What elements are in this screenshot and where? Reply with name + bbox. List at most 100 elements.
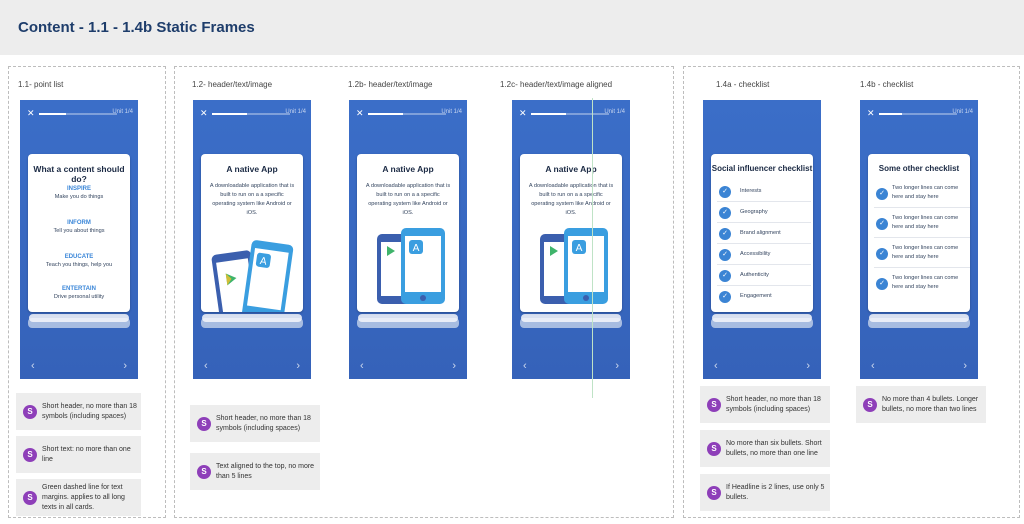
checklist-item: ✓ Accessibility xyxy=(717,245,811,265)
s-badge-icon: S xyxy=(707,485,721,500)
unit-counter: Unit 1/4 xyxy=(285,109,306,115)
progress-bar xyxy=(212,113,290,115)
point-item: ENTERTAIN Drive personal utility xyxy=(53,286,105,300)
native-app-card: A native App A downloadable application … xyxy=(520,154,622,312)
check-icon: ✓ xyxy=(876,188,888,200)
close-icon[interactable]: ✕ xyxy=(867,109,875,118)
check-icon: ✓ xyxy=(876,278,888,290)
phones-illustration: A xyxy=(377,228,445,304)
check-icon: ✓ xyxy=(719,249,731,261)
unit-counter: Unit 1/4 xyxy=(112,109,133,115)
next-arrow-icon[interactable]: › xyxy=(452,361,456,372)
s-badge-icon: S xyxy=(23,490,37,505)
point-item: INSPIRE Make you do things xyxy=(54,186,104,200)
prev-arrow-icon[interactable]: ‹ xyxy=(31,361,35,372)
s-badge-icon: S xyxy=(707,441,721,456)
point-item: INFORM Tell you about things xyxy=(53,220,105,234)
guideline-note: S No more than six bullets. Short bullet… xyxy=(700,430,830,467)
card-body: A downloadable application that is built… xyxy=(528,183,614,216)
card-title: A native App xyxy=(226,164,278,174)
checklist-card: Social influencer checklist ✓ Interests ✓… xyxy=(711,154,813,312)
guideline-note: S Short header, no more than 18 symbols … xyxy=(700,386,830,423)
progress-bar xyxy=(879,113,957,115)
guideline-note: S Green dashed line for text margins. ap… xyxy=(16,479,141,516)
checklist-item: ✓ Engagement xyxy=(717,287,811,307)
next-arrow-icon[interactable]: › xyxy=(806,361,810,372)
phone-frame-checklist-a: Social influencer checklist ✓ Interests ✓… xyxy=(703,100,821,379)
unit-counter: Unit 1/4 xyxy=(441,109,462,115)
native-app-card: A native App A downloadable application … xyxy=(357,154,459,312)
close-icon[interactable]: ✕ xyxy=(200,109,208,118)
check-icon: ✓ xyxy=(719,186,731,198)
card-title: A native App xyxy=(545,164,597,174)
section-label: 1.2c- header/text/image aligned xyxy=(500,80,613,89)
checklist-item: ✓ Brand alignment xyxy=(717,224,811,244)
guideline-note: S If Headline is 2 lines, use only 5 bul… xyxy=(700,474,830,511)
next-arrow-icon[interactable]: › xyxy=(963,361,967,372)
s-badge-icon: S xyxy=(23,404,37,419)
card-body: A downloadable application that is built… xyxy=(365,183,451,216)
unit-counter: Unit 1/4 xyxy=(952,109,973,115)
phones-illustration: A xyxy=(540,228,608,304)
checklist-item: ✓ Two longer lines can come here and stay… xyxy=(874,272,970,298)
prev-arrow-icon[interactable]: ‹ xyxy=(204,361,208,372)
text-margin-guide-line xyxy=(592,98,593,398)
next-arrow-icon[interactable]: › xyxy=(123,361,127,372)
page-header: Content - 1.1 - 1.4b Static Frames xyxy=(0,0,1024,55)
phone-frame-header-text-image-aligned: ✕ Unit 1/4 A native App A downloadable a… xyxy=(512,100,630,379)
close-icon[interactable]: ✕ xyxy=(356,109,364,118)
progress-bar xyxy=(531,113,609,115)
checklist-item: ✓ Interests xyxy=(717,182,811,202)
prev-arrow-icon[interactable]: ‹ xyxy=(360,361,364,372)
check-icon: ✓ xyxy=(876,218,888,230)
checklist-item: ✓ Two longer lines can come here and stay… xyxy=(874,182,970,208)
phone-frame-header-text-image-b: ✕ Unit 1/4 A native App A downloadable a… xyxy=(349,100,467,379)
check-icon: ✓ xyxy=(719,207,731,219)
phone-frame-header-text-image: ✕ Unit 1/4 A native App A downloadable a… xyxy=(193,100,311,379)
section-label: 1.2b- header/text/image xyxy=(348,80,433,89)
prev-arrow-icon[interactable]: ‹ xyxy=(523,361,527,372)
section-label: 1.4a - checklist xyxy=(716,80,770,89)
s-badge-icon: S xyxy=(707,397,721,412)
section-label: 1.2- header/text/image xyxy=(192,80,273,89)
next-arrow-icon[interactable]: › xyxy=(296,361,300,372)
section-label: 1.1- point list xyxy=(18,80,64,89)
s-badge-icon: S xyxy=(197,464,211,479)
point-list-card: What a content should do? INSPIRE Make y… xyxy=(28,154,130,312)
guideline-note: S Text aligned to the top, no more than … xyxy=(190,453,320,490)
phone-frame-checklist-b: ✕ Unit 1/4 Some other checklist ✓ Two lon… xyxy=(860,100,978,379)
s-badge-icon: S xyxy=(197,416,211,431)
point-item: EDUCATE Teach you things, help you xyxy=(45,254,113,268)
card-title: Some other checklist xyxy=(878,164,960,173)
card-title: What a content should do? xyxy=(33,164,125,184)
page-title: Content - 1.1 - 1.4b Static Frames xyxy=(18,19,255,36)
checklist-item: ✓ Two longer lines can come here and stay… xyxy=(874,242,970,268)
native-app-card: A native App A downloadable application … xyxy=(201,154,303,312)
card-title: Social influencer checklist xyxy=(711,164,813,173)
guideline-note: S Short header, no more than 18 symbols … xyxy=(190,405,320,442)
checklist-item: ✓ Geography xyxy=(717,203,811,223)
checklist-item: ✓ Authenticity xyxy=(717,266,811,286)
check-icon: ✓ xyxy=(719,270,731,282)
svg-text:A: A xyxy=(576,243,583,254)
guideline-note: S Short text: no more than one line xyxy=(16,436,141,473)
guideline-note: S No more than 4 bullets. Longer bullets… xyxy=(856,386,986,423)
check-icon: ✓ xyxy=(719,228,731,240)
card-body: A downloadable application that is built… xyxy=(209,183,295,216)
s-badge-icon: S xyxy=(863,397,877,412)
next-arrow-icon[interactable]: › xyxy=(615,361,619,372)
svg-text:A: A xyxy=(413,243,420,254)
card-title: A native App xyxy=(382,164,434,174)
guideline-note: S Short header, no more than 18 symbols … xyxy=(16,393,141,430)
prev-arrow-icon[interactable]: ‹ xyxy=(871,361,875,372)
phone-frame-point-list: ✕ Unit 1/4 What a content should do? INS… xyxy=(20,100,138,379)
section-label: 1.4b - checklist xyxy=(860,80,914,89)
close-icon[interactable]: ✕ xyxy=(519,109,527,118)
prev-arrow-icon[interactable]: ‹ xyxy=(714,361,718,372)
close-icon[interactable]: ✕ xyxy=(27,109,35,118)
s-badge-icon: S xyxy=(23,447,37,462)
phones-illustration: A xyxy=(211,240,294,312)
check-icon: ✓ xyxy=(719,291,731,303)
checklist-item: ✓ Two longer lines can come here and stay… xyxy=(874,212,970,238)
unit-counter: Unit 1/4 xyxy=(604,109,625,115)
